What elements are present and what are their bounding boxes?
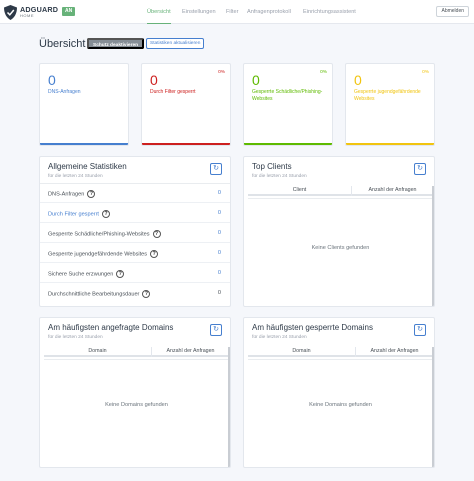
stat-row-label: Gesperrte jugendgefährdende Websites (48, 251, 148, 258)
stat-row-value: 0 (217, 250, 221, 256)
scrollbar[interactable] (228, 347, 230, 467)
stat-value: 0 (252, 72, 260, 88)
disable-protection-button[interactable]: Schutz deaktivieren (87, 38, 145, 49)
scrollbar[interactable] (432, 186, 434, 306)
stat-row-avg-processing-time: Durchschnittliche Bearbeitungsdauer? 0 (40, 284, 230, 303)
stat-card-blocked-by-filter: 0 Durch Filter gesperrt 0% (141, 63, 231, 146)
top-bar: ADGUARD HOME AN Übersicht Einstellungen … (0, 0, 474, 24)
stat-row-label: Durchschnittliche Bearbeitungsdauer (48, 291, 140, 298)
stat-row-blocked-by-filter: Durch Filter gesperrt? 0 (40, 204, 230, 223)
stat-value: 0 (48, 72, 56, 88)
brand-sub: HOME (20, 13, 34, 18)
help-icon[interactable]: ? (152, 230, 161, 238)
top-clients-card: Top Clients für die letzten 24 Stunden ↻… (243, 156, 435, 307)
top-queried-domains-card: Am häufigsten angefragte Domains für die… (39, 317, 231, 468)
stat-row-dns-queries: DNS-Anfragen? 0 (40, 184, 230, 203)
refresh-icon[interactable]: ↻ (210, 324, 222, 336)
refresh-icon[interactable]: ↻ (210, 163, 222, 175)
help-icon[interactable]: ? (116, 270, 125, 278)
stat-row-value: 0 (217, 190, 221, 196)
help-icon[interactable]: ? (142, 290, 151, 298)
card-subtitle: für die letzten 24 Stunden (252, 335, 307, 340)
stat-accent-bar (142, 143, 230, 145)
stat-label: DNS-Anfragen (48, 89, 81, 95)
stat-percent: 0% (320, 70, 327, 75)
column-header-count[interactable]: Anzahl der Anfragen (152, 348, 229, 354)
stat-row-adult-websites: Gesperrte jugendgefährdende Websites? 0 (40, 244, 230, 263)
page-title: Übersicht (39, 38, 86, 50)
stat-label: Gesperrte jugendgefährdende Websites (354, 89, 421, 102)
stat-label: Durch Filter gesperrt (150, 89, 196, 95)
stat-card-adult-websites: 0 Gesperrte jugendgefährdende Websites 0… (345, 63, 435, 146)
help-icon[interactable]: ? (101, 210, 110, 218)
stat-label: Gesperrte Schädliche/Phishing-Websites (252, 89, 323, 102)
general-statistics-card: Allgemeine Statistiken für die letzten 2… (39, 156, 231, 307)
scrollbar[interactable] (432, 347, 434, 467)
nav-settings[interactable]: Einstellungen (182, 0, 216, 24)
top-blocked-domains-card: Am häufigsten gesperrte Domains für die … (243, 317, 435, 468)
column-header-count[interactable]: Anzahl der Anfragen (352, 187, 433, 193)
stat-row-label: DNS-Anfragen (48, 191, 85, 198)
table-body: Keine Domains gefunden (248, 359, 433, 467)
help-icon[interactable]: ? (150, 250, 159, 258)
empty-message: Keine Domains gefunden (309, 402, 372, 408)
stat-row-value: 0 (217, 290, 221, 296)
nav-setup-wizard[interactable]: Einrichtungsassistent (303, 0, 356, 24)
card-title: Allgemeine Statistiken (48, 162, 127, 171)
stat-row-safe-search: Sichere Suche erzwungen? 0 (40, 264, 230, 283)
status-badge: AN (62, 7, 76, 16)
shield-logo-icon (4, 5, 17, 20)
table-header: Domain Anzahl der Anfragen (44, 347, 229, 357)
stat-card-dns-queries: 0 DNS-Anfragen (39, 63, 129, 146)
stat-row-label[interactable]: Durch Filter gesperrt (48, 211, 99, 217)
nav-overview[interactable]: Übersicht (147, 0, 171, 24)
table-header: Client Anzahl der Anfragen (248, 186, 433, 196)
empty-message: Keine Clients gefunden (311, 245, 370, 251)
card-subtitle: für die letzten 24 Stunden (252, 174, 307, 179)
logout-button[interactable]: Abmelden (436, 6, 469, 17)
stat-row-label: Gesperrte Schädliche/Phishing-Websites (48, 231, 150, 238)
column-header-domain[interactable]: Domain (44, 348, 151, 354)
refresh-statistics-button[interactable]: Statistiken aktualisieren (146, 38, 205, 49)
stat-row-value: 0 (217, 270, 221, 276)
column-header-count[interactable]: Anzahl der Anfragen (356, 348, 433, 354)
table-body: Keine Domains gefunden (44, 359, 229, 467)
refresh-icon[interactable]: ↻ (414, 324, 426, 336)
stat-accent-bar (244, 143, 332, 145)
card-title: Am häufigsten gesperrte Domains (252, 323, 373, 332)
table-body: Keine Clients gefunden (248, 198, 433, 306)
stat-percent: 0% (218, 70, 225, 75)
nav-query-log[interactable]: Anfragenprotokoll (247, 0, 291, 24)
column-header-client[interactable]: Client (248, 187, 351, 193)
card-subtitle: für die letzten 24 Stunden (48, 174, 103, 179)
stat-value: 0 (150, 72, 158, 88)
card-title: Top Clients (252, 162, 292, 171)
help-icon[interactable]: ? (87, 190, 96, 198)
empty-message: Keine Domains gefunden (105, 402, 168, 408)
stat-percent: 0% (422, 70, 429, 75)
stat-row-malware-phishing: Gesperrte Schädliche/Phishing-Websites? … (40, 224, 230, 243)
nav-filter[interactable]: Filter (226, 0, 238, 24)
stat-accent-bar (346, 143, 434, 145)
card-title: Am häufigsten angefragte Domains (48, 323, 174, 332)
stat-row-value: 0 (217, 210, 221, 216)
card-subtitle: für die letzten 24 Stunden (48, 335, 103, 340)
stat-accent-bar (40, 143, 128, 145)
stat-value: 0 (354, 72, 362, 88)
refresh-icon[interactable]: ↻ (414, 163, 426, 175)
stat-row-value: 0 (217, 230, 221, 236)
stat-card-malware-phishing: 0 Gesperrte Schädliche/Phishing-Websites… (243, 63, 333, 146)
stat-row-label: Sichere Suche erzwungen (48, 271, 114, 278)
column-header-domain[interactable]: Domain (248, 348, 355, 354)
table-header: Domain Anzahl der Anfragen (248, 347, 433, 357)
